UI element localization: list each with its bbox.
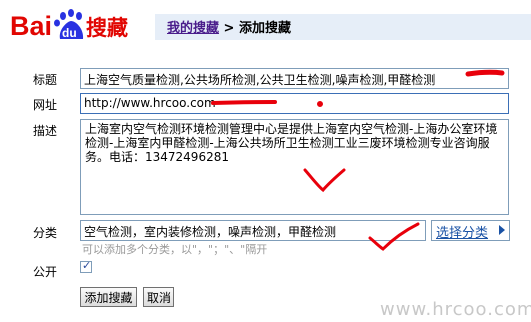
description-label: 描述 xyxy=(33,124,58,138)
choose-category-label: 选择分类 xyxy=(436,226,489,241)
breadcrumb: 我的搜藏 > 添加搜藏 xyxy=(167,17,291,36)
svg-text:du: du xyxy=(62,26,77,40)
breadcrumb-my-collections-link[interactable]: 我的搜藏 xyxy=(167,21,219,36)
svg-text:搜藏: 搜藏 xyxy=(86,16,128,40)
watermark: www.hrcoo.com xyxy=(380,299,531,320)
description-textarea[interactable]: 上海室内空气检测环境检测管理中心是提供上海室内空气检测-上海办公室环境检测-上海… xyxy=(80,119,509,215)
title-input[interactable]: 上海空气质量检测,公共场所检测,公共卫生检测,噪声检测,甲醛检测 xyxy=(80,68,509,89)
category-label: 分类 xyxy=(33,226,58,240)
category-input[interactable]: 空气检测，室内装修检测，噪声检测，甲醛检测 xyxy=(80,220,426,241)
svg-text:Bai: Bai xyxy=(10,11,52,41)
url-input[interactable]: http://www.hrcoo.com xyxy=(80,93,509,114)
public-checkbox[interactable] xyxy=(80,259,92,273)
url-label: 网址 xyxy=(33,98,58,112)
breadcrumb-separator: > xyxy=(223,21,235,36)
category-input-value: 空气检测，室内装修检测，噪声检测，甲醛检测 xyxy=(84,225,337,239)
cancel-button[interactable]: 取消 xyxy=(143,287,174,307)
arrow-right-icon xyxy=(499,225,505,235)
url-input-value: http://www.hrcoo.com xyxy=(84,96,216,110)
title-label: 标题 xyxy=(33,73,58,87)
baidu-logo[interactable]: Bai du 搜藏 xyxy=(10,7,132,43)
breadcrumb-current: 添加搜藏 xyxy=(238,21,291,36)
add-collection-button[interactable]: 添加搜藏 xyxy=(80,287,137,307)
public-label: 公开 xyxy=(33,265,58,279)
category-hint: 可以添加多个分类，以"，"；"、"隔开 xyxy=(82,243,268,256)
choose-category-button[interactable]: 选择分类 xyxy=(431,220,510,241)
title-input-value: 上海空气质量检测,公共场所检测,公共卫生检测,噪声检测,甲醛检测 xyxy=(84,73,436,87)
